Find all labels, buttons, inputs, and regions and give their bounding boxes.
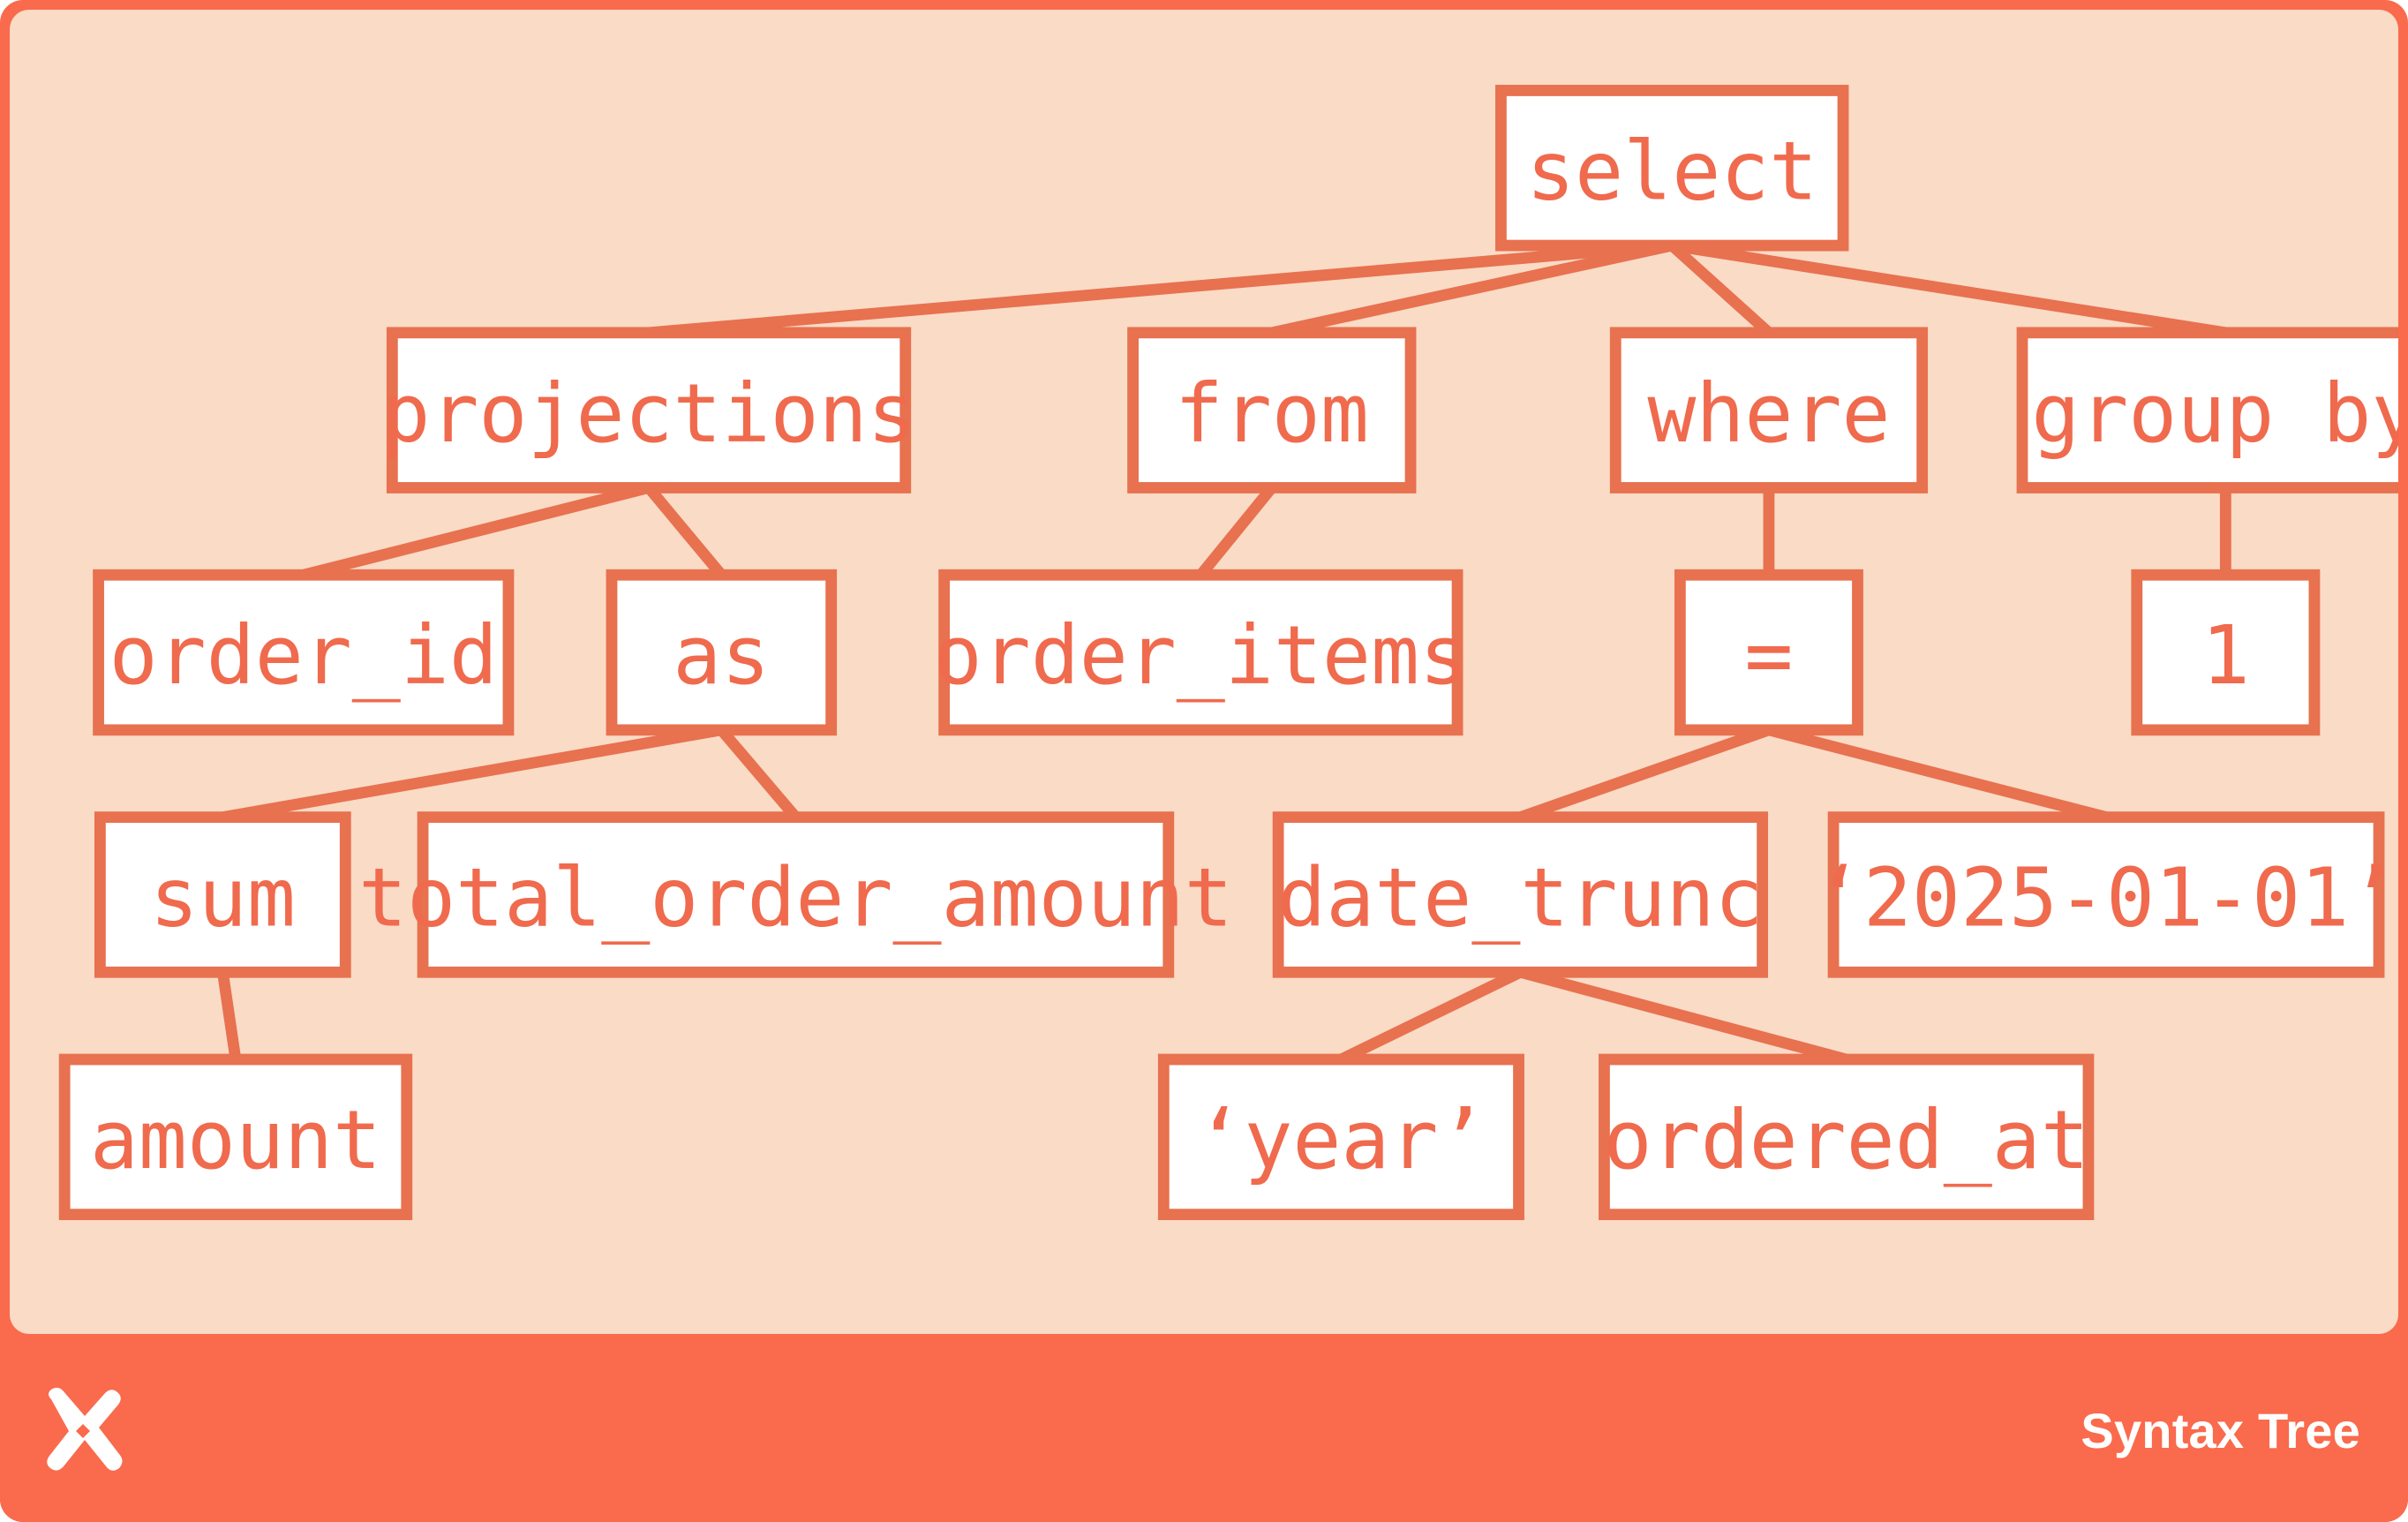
syntax-tree-card: select projections from where group by order_… <box>0 0 2408 1522</box>
tree-node-year_literal[interactable]: ‘year’ <box>1157 1053 1524 1221</box>
tree-edge <box>717 726 801 821</box>
tree-edge <box>217 971 242 1060</box>
footer-title: Syntax Tree <box>2081 1403 2360 1458</box>
xylem-x-logo-icon <box>47 1387 123 1471</box>
tree-edge <box>1518 967 1848 1066</box>
tree-node-label: group by <box>2031 366 2398 461</box>
tree-node-label: amount <box>90 1093 381 1187</box>
tree-edge <box>644 484 726 579</box>
tree-node-select[interactable]: select <box>1495 85 1849 252</box>
tree-edge <box>1196 484 1276 579</box>
node-layer: select projections from where group by order_… <box>58 85 2398 1221</box>
tree-node-ordered_at[interactable]: ordered_at <box>1599 1053 2095 1221</box>
tree-node-eq[interactable]: = <box>1674 569 1863 736</box>
tree-edge <box>1518 724 1772 823</box>
tree-node-label: ‘year’ <box>1195 1093 1486 1187</box>
footer-bar: Syntax Tree <box>0 1334 2408 1522</box>
tree-node-label: = <box>1744 608 1793 703</box>
tree-node-label: order_items <box>934 608 1468 703</box>
tree-edge <box>1338 967 1524 1065</box>
tree-node-group_by[interactable]: group by <box>2016 327 2398 494</box>
tree-node-label: as <box>673 608 770 703</box>
tree-node-total_order_amount[interactable]: total_order_amount <box>358 811 1233 978</box>
tree-edge <box>1767 724 2108 823</box>
tree-node-as[interactable]: as <box>606 569 838 736</box>
tree-node-label: from <box>1175 366 1369 461</box>
tree-node-label: sum <box>150 851 296 946</box>
tree-edge <box>648 239 1673 339</box>
tree-node-label: ‘2025-01-01’ <box>1815 851 2397 946</box>
tree-node-label: projections <box>381 366 915 461</box>
tree-node-label: select <box>1526 124 1817 218</box>
tree-node-where[interactable]: where <box>1609 327 1929 494</box>
tree-node-projections[interactable]: projections <box>381 327 916 494</box>
tree-node-label: where <box>1647 366 1890 461</box>
tree-node-label: ordered_at <box>1604 1093 2089 1187</box>
tree-node-order_id[interactable]: order_id <box>93 569 515 736</box>
tree-node-label: order_id <box>109 608 498 703</box>
tree-edge <box>222 724 723 823</box>
tree-node-sum[interactable]: sum <box>94 811 351 978</box>
tree-node-label: 1 <box>2201 608 2250 703</box>
tree-node-amount[interactable]: amount <box>58 1053 413 1221</box>
diagram-canvas: select projections from where group by order_… <box>10 10 2398 1334</box>
tree-node-label: total_order_amount <box>358 851 1233 946</box>
tree-node-label: date_trunc <box>1277 851 1763 946</box>
tree-node-order_items[interactable]: order_items <box>934 569 1468 736</box>
tree-node-one[interactable]: 1 <box>2131 569 2321 736</box>
syntax-tree-svg: select projections from where group by order_… <box>58 85 2398 1221</box>
tree-node-date_trunc[interactable]: date_trunc <box>1272 811 1769 978</box>
tree-node-date_literal[interactable]: ‘2025-01-01’ <box>1815 811 2397 978</box>
tree-edge <box>302 482 651 581</box>
tree-node-from[interactable]: from <box>1127 327 1417 494</box>
